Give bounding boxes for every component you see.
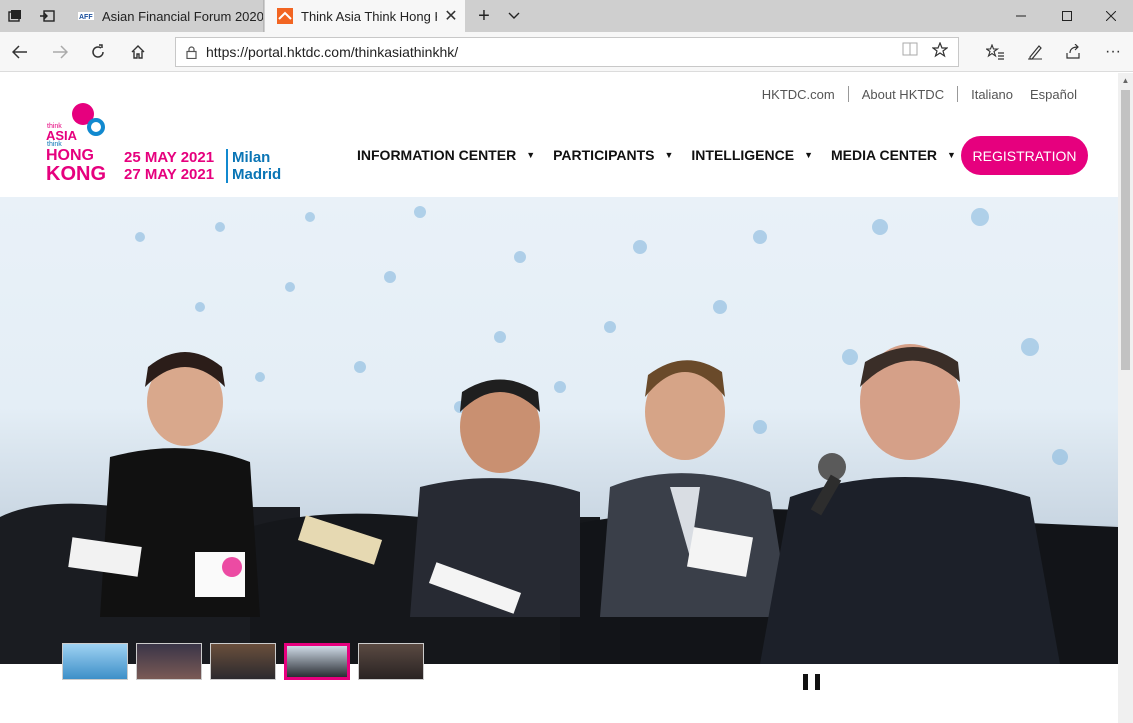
logo-kong: KONG xyxy=(46,163,106,185)
tab-actions-icon[interactable] xyxy=(0,0,30,32)
close-window-icon[interactable] xyxy=(1088,0,1133,32)
hktdc-favicon-icon xyxy=(277,8,293,24)
panel-discussion-photo xyxy=(0,206,1118,664)
caret-down-icon: ▼ xyxy=(947,150,956,160)
nav-media-center[interactable]: MEDIA CENTER ▼ xyxy=(831,147,956,163)
tab-title: Think Asia Think Hong Kong xyxy=(301,8,437,24)
address-bar: https://portal.hktdc.com/thinkasiathinkh… xyxy=(0,32,1133,72)
home-icon[interactable] xyxy=(120,36,156,68)
slide-thumbnails xyxy=(62,643,424,680)
maximize-icon[interactable] xyxy=(1044,0,1090,32)
url-text: https://portal.hktdc.com/thinkasiathinkh… xyxy=(206,44,459,60)
nav-label: PARTICIPANTS xyxy=(553,147,655,163)
caret-down-icon: ▼ xyxy=(526,150,536,160)
minimize-icon[interactable] xyxy=(998,0,1044,32)
chevron-down-icon[interactable] xyxy=(500,0,528,32)
nav-intelligence[interactable]: INTELLIGENCE ▼ xyxy=(691,147,813,163)
nav-label: INFORMATION CENTER xyxy=(357,147,517,163)
nav-participants[interactable]: PARTICIPANTS ▼ xyxy=(553,147,673,163)
pause-icon[interactable] xyxy=(803,674,820,690)
divider xyxy=(226,149,228,166)
set-aside-tabs-icon[interactable] xyxy=(30,0,64,32)
top-links: HKTDC.com About HKTDC Italiano Español xyxy=(749,86,1090,102)
link-hktdc[interactable]: HKTDC.com xyxy=(749,87,848,102)
logo-hong: HONG xyxy=(46,147,94,164)
nav-information-center[interactable]: INFORMATION CENTER ▼ xyxy=(357,147,535,163)
tab-think-asia[interactable]: Think Asia Think Hong Kong ✕ xyxy=(265,0,465,32)
forward-icon[interactable] xyxy=(42,36,78,68)
web-page: HKTDC.com About HKTDC Italiano Español t… xyxy=(0,73,1118,723)
url-field[interactable]: https://portal.hktdc.com/thinkasiathinkh… xyxy=(175,37,959,67)
slide-thumbnail[interactable] xyxy=(136,643,202,680)
slide-thumbnail[interactable] xyxy=(358,643,424,680)
back-icon[interactable] xyxy=(2,36,38,68)
lock-icon[interactable] xyxy=(176,45,206,59)
share-icon[interactable] xyxy=(1055,36,1091,68)
event-date: 27 MAY 2021 xyxy=(124,166,215,183)
scrollbar-thumb[interactable] xyxy=(1121,90,1130,370)
slide-thumbnail[interactable] xyxy=(62,643,128,680)
caret-down-icon: ▼ xyxy=(664,150,674,160)
link-italiano[interactable]: Italiano xyxy=(958,87,1026,102)
link-espanol[interactable]: Español xyxy=(1026,87,1090,102)
event-city: Milan xyxy=(232,149,271,166)
think-asia-logo[interactable]: think ASIA think HONG KONG xyxy=(44,103,114,185)
registration-button[interactable]: REGISTRATION xyxy=(961,136,1088,175)
new-tab-icon[interactable]: + xyxy=(470,0,498,32)
scroll-up-arrow-icon[interactable]: ▲ xyxy=(1118,73,1133,88)
close-tab-icon[interactable]: ✕ xyxy=(437,6,465,26)
tab-asian-financial-forum[interactable]: AFF Asian Financial Forum 2020 xyxy=(66,0,264,32)
more-options-icon[interactable]: ··· xyxy=(1095,36,1131,68)
tab-title: Asian Financial Forum 2020 xyxy=(102,8,263,24)
browser-tab-bar: AFF Asian Financial Forum 2020 Think Asi… xyxy=(0,0,1133,32)
caret-down-icon: ▼ xyxy=(804,150,813,160)
event-city: Madrid xyxy=(232,166,282,183)
divider xyxy=(226,166,228,183)
favorite-star-icon[interactable] xyxy=(931,40,949,63)
main-nav: INFORMATION CENTER ▼ PARTICIPANTS ▼ INTE… xyxy=(357,147,974,163)
slide-thumbnail[interactable] xyxy=(210,643,276,680)
refresh-icon[interactable] xyxy=(80,36,116,68)
nav-label: INTELLIGENCE xyxy=(691,147,795,163)
reading-view-icon[interactable] xyxy=(902,42,918,63)
event-dates: 25 MAY 2021 Milan 27 MAY 2021 Madrid xyxy=(124,149,281,183)
nav-label: MEDIA CENTER xyxy=(831,147,938,163)
slide-thumbnail-active[interactable] xyxy=(284,643,350,680)
hero-slide-image xyxy=(0,197,1118,664)
favorites-hub-icon[interactable] xyxy=(977,36,1013,68)
logo-blue-ring xyxy=(87,118,105,136)
aff-favicon-icon: AFF xyxy=(78,12,94,21)
svg-text:AFF: AFF xyxy=(79,14,93,21)
event-date: 25 MAY 2021 xyxy=(124,149,215,166)
notes-pen-icon[interactable] xyxy=(1017,36,1053,68)
link-about-hktdc[interactable]: About HKTDC xyxy=(849,87,957,102)
